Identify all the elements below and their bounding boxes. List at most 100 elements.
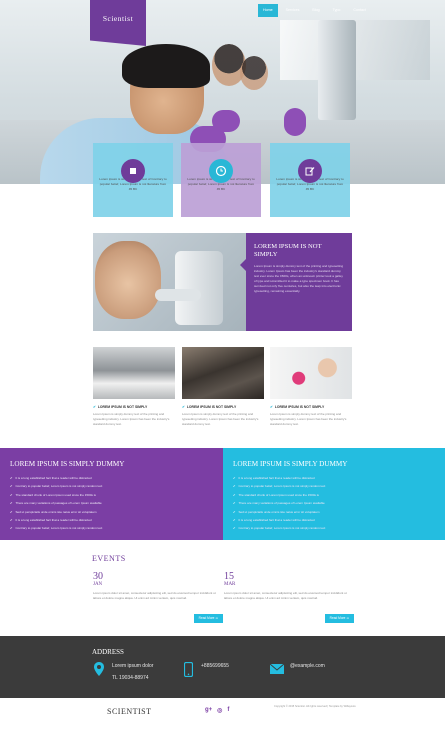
promo-scientist-face [95, 241, 161, 319]
hero-scientist-hair [122, 44, 210, 88]
event-item: 15 Mar Lorem ipsum dolor sit amet, conse… [224, 571, 354, 623]
event-day: 15 [224, 571, 234, 582]
check-icon: ✔ [10, 518, 13, 523]
promo-panel: Lorem Ipsum is not simply Lorem Ipsum is… [240, 233, 352, 331]
list-item: ✔ There are many variations of passages o… [10, 501, 102, 506]
clock-icon [209, 159, 233, 183]
gallery-title: ✔ Lorem Ipsum is not simply [182, 405, 237, 409]
square-icon [121, 159, 145, 183]
nav-item-typo[interactable]: Typo [328, 4, 346, 17]
list-item: ✔ Sed ut perspiciatis unde omnis iste nat… [10, 509, 97, 514]
arrow-right-icon: ➔ [346, 616, 349, 620]
logo-text: Scientist [102, 14, 134, 23]
check-icon: ✔ [10, 484, 13, 489]
envelope-icon [270, 660, 284, 678]
list-item: ✔ It is a long established fact that a re… [10, 476, 92, 480]
promo-pointer [240, 259, 246, 271]
check-icon: ✔ [233, 526, 236, 531]
feature-box: Lorem ipsum is simply random text of Con… [93, 143, 173, 217]
read-more-button[interactable]: Read More ➔ [193, 614, 223, 623]
gallery-card[interactable]: ✔ Lorem Ipsum is not simply Lorem Ipsum i… [93, 347, 175, 427]
event-month: Jan [93, 582, 103, 587]
check-icon: ✔ [233, 501, 236, 506]
mobile-phone-icon [181, 660, 195, 678]
band-list: ✔ It is a long established fact that a re… [10, 474, 213, 533]
info-band-left: Lorem Ipsum is simply dummy ✔ It is a lon… [0, 448, 223, 540]
gallery-card[interactable]: ✔ Lorem Ipsum is not simply Lorem Ipsum i… [182, 347, 264, 427]
hero-background-scientist [240, 56, 268, 90]
address-line: TL 19034-88974 [112, 675, 149, 681]
event-day: 30 [93, 571, 103, 582]
check-icon: ✔ [10, 476, 13, 480]
gallery-title: ✔ Lorem Ipsum is not simply [270, 405, 325, 409]
hero-glove [212, 110, 240, 132]
list-item: ✔ There are many variations of passages o… [233, 501, 325, 506]
google-plus-icon[interactable]: g+ [205, 707, 212, 714]
list-item: ✔ Contrary to popular belief, Lorem Ipsum… [233, 526, 326, 531]
feature-box: Lorem ipsum is simply random text of Con… [181, 143, 261, 217]
promo-title: Lorem Ipsum is not simply [254, 243, 322, 258]
read-more-button[interactable]: Read More ➔ [324, 614, 354, 623]
check-icon: ✔ [233, 518, 236, 523]
address-location: Lorem ipsum dolor TL 19034-88974 [92, 660, 153, 684]
facebook-icon[interactable]: f [227, 707, 229, 714]
gallery-text: Lorem Ipsum is simply dummy text of the … [270, 412, 347, 426]
event-month: Mar [224, 582, 236, 587]
band-title: Lorem Ipsum is simply dummy [233, 460, 348, 468]
gallery-card[interactable]: ✔ Lorem Ipsum is not simply Lorem Ipsum i… [270, 347, 352, 427]
gallery-text: Lorem Ipsum is simply dummy text of the … [182, 412, 259, 426]
check-icon: ✔ [270, 405, 273, 409]
footer: SCIENTIST g+ ◎ f Copyright © 2015 Scient… [0, 698, 445, 734]
list-item: ✔ Contrary to popular belief, Lorem Ipsum… [10, 484, 103, 489]
dribbble-icon[interactable]: ◎ [217, 707, 222, 714]
band-title: Lorem Ipsum is simply dummy [10, 460, 125, 468]
gallery-image[interactable] [93, 347, 175, 399]
check-icon: ✔ [233, 476, 236, 480]
hero-glove [284, 108, 306, 136]
nav-item-home[interactable]: Home [258, 4, 278, 17]
check-icon: ✔ [233, 509, 236, 514]
address-email: @example.com [270, 660, 325, 678]
list-item: ✔ It is a long established fact that a re… [233, 476, 315, 480]
main-nav: Home Services Blog Typo Contact [258, 4, 371, 17]
list-item: ✔ Contrary to popular belief, Lorem Ipsum… [233, 484, 326, 489]
address-phone: +885699655 [181, 660, 229, 678]
check-icon: ✔ [10, 509, 13, 514]
check-icon: ✔ [10, 501, 13, 506]
list-item: ✔ The standard chunk of Lorem Ipsum used … [10, 492, 96, 497]
event-text: Lorem ipsum dolor sit amet, consectetur … [93, 591, 216, 600]
check-icon: ✔ [10, 526, 13, 531]
check-icon: ✔ [233, 484, 236, 489]
promo-text: Lorem Ipsum is simply dummy text of the … [254, 264, 344, 293]
arrow-right-icon: ➔ [215, 616, 218, 620]
promo-image [93, 233, 246, 331]
gallery-image[interactable] [182, 347, 264, 399]
list-item: ✔ Contrary to popular belief, Lorem Ipsum… [10, 526, 103, 531]
site-logo[interactable]: Scientist [90, 0, 146, 46]
footer-brand[interactable]: SCIENTIST [107, 707, 152, 716]
social-links: g+ ◎ f [205, 707, 229, 714]
gallery-text: Lorem Ipsum is simply dummy text of the … [93, 412, 170, 426]
nav-item-contact[interactable]: Contact [348, 4, 370, 17]
list-item: ✔ Sed ut perspiciatis unde omnis iste nat… [233, 509, 320, 514]
event-text: Lorem ipsum dolor sit amet, consectetur … [224, 591, 347, 600]
list-item: ✔ The standard chunk of Lorem Ipsum used … [233, 492, 319, 497]
email-link[interactable]: @example.com [290, 660, 325, 672]
map-pin-icon [92, 660, 106, 678]
edit-icon [298, 159, 322, 183]
list-item: ✔ It is a long established fact that a re… [10, 518, 92, 523]
address-heading: Address [92, 648, 124, 656]
gallery-image[interactable] [270, 347, 352, 399]
nav-item-blog[interactable]: Blog [307, 4, 324, 17]
band-list: ✔ It is a long established fact that a re… [233, 474, 435, 533]
info-band-right: Lorem Ipsum is simply dummy ✔ It is a lon… [223, 448, 445, 540]
phone-number[interactable]: +885699655 [201, 660, 229, 672]
event-item: 30 Jan Lorem ipsum dolor sit amet, conse… [93, 571, 223, 623]
feature-box: Lorem ipsum is simply random text of Con… [270, 143, 350, 217]
address-line: Lorem ipsum dolor [112, 663, 154, 669]
check-icon: ✔ [10, 492, 13, 497]
check-icon: ✔ [233, 492, 236, 497]
promo-microscope-arm [155, 289, 201, 301]
nav-item-services[interactable]: Services [281, 4, 305, 17]
gallery-title: ✔ Lorem Ipsum is not simply [93, 405, 148, 409]
